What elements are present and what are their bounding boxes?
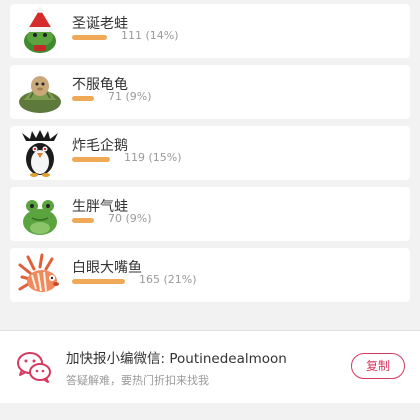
result-text: 119 (15%) <box>124 151 182 164</box>
copy-button[interactable]: 复制 <box>351 353 405 379</box>
editor-wechat-card: 加快报小编微信: Poutinedealmoon 答疑解难，要热门折扣来找我 复… <box>0 331 420 403</box>
option-name: 炸毛企鹅 <box>72 138 128 154</box>
result-text: 165 (21%) <box>139 273 197 286</box>
result-bar <box>72 96 94 101</box>
option-name: 白眼大嘴鱼 <box>72 260 142 276</box>
tortoise-plush-icon <box>16 68 64 116</box>
result-text: 111 (14%) <box>121 29 179 42</box>
result-bar <box>72 218 94 223</box>
poll-option[interactable]: 圣诞老蛙 111 (14%) <box>10 4 410 58</box>
contact-subtitle: 答疑解难，要热门折扣来找我 <box>66 374 209 387</box>
page-footer <box>0 404 420 420</box>
contact-title: 加快报小编微信: Poutinedealmoon <box>66 351 287 367</box>
santa-frog-plush-icon <box>16 7 64 55</box>
option-name: 圣诞老蛙 <box>72 16 128 32</box>
frog-plush-icon <box>16 190 64 238</box>
result-bar <box>72 157 110 162</box>
poll-option[interactable]: 不服龟龟 71 (9%) <box>10 65 410 119</box>
result-text: 71 (9%) <box>108 90 152 103</box>
result-bar <box>72 279 125 284</box>
result-text: 70 (9%) <box>108 212 152 225</box>
wechat-icon <box>16 349 52 385</box>
lionfish-plush-icon <box>16 251 64 299</box>
poll-option[interactable]: 白眼大嘴鱼 165 (21%) <box>10 248 410 302</box>
rockhopper-penguin-plush-icon <box>16 129 64 177</box>
poll-option[interactable]: 炸毛企鹅 119 (15%) <box>10 126 410 180</box>
result-bar <box>72 35 107 40</box>
poll-option[interactable]: 生胖气蛙 70 (9%) <box>10 187 410 241</box>
